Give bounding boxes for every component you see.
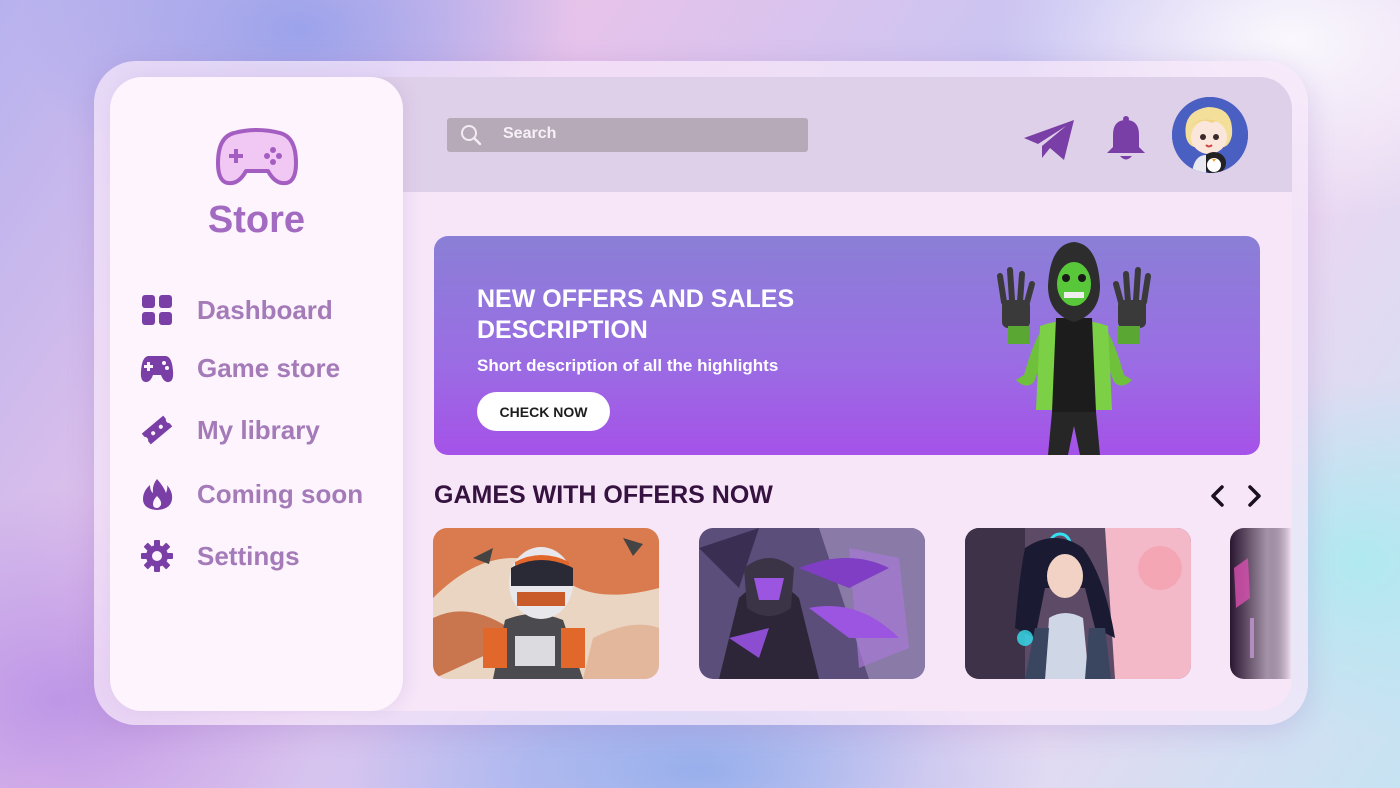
search-icon	[461, 125, 482, 146]
brand-title: Store	[207, 199, 306, 241]
flame-icon	[143, 479, 173, 510]
section-title: GAMES WITH OFFERS NOW	[434, 481, 773, 509]
game-card[interactable]	[965, 528, 1191, 679]
sidebar-item-label: Coming soon	[197, 479, 364, 509]
banner-subtitle: Short description of all the highlights	[477, 356, 779, 375]
search-input[interactable]: Search	[447, 118, 808, 152]
grid-icon	[142, 295, 172, 325]
gamepad-icon	[216, 128, 298, 186]
hero-character-art	[997, 242, 1151, 455]
search-placeholder: Search	[503, 125, 557, 142]
cyber-girl-art	[965, 528, 1191, 679]
sidebar-item-game-store[interactable]: Game store	[140, 347, 390, 387]
astronaut-art	[433, 528, 659, 679]
game-card-partial[interactable]	[1230, 528, 1292, 679]
game-card[interactable]	[433, 528, 659, 679]
chevron-left-icon[interactable]	[1207, 484, 1229, 508]
gamepad-icon	[140, 356, 174, 383]
chevron-right-icon[interactable]	[1243, 484, 1265, 508]
check-now-button[interactable]: CHECK NOW	[477, 392, 610, 431]
sidebar-item-label: Settings	[197, 541, 300, 571]
sidebar-item-label: Dashboard	[197, 295, 333, 325]
sidebar-item-settings[interactable]: Settings	[140, 535, 390, 575]
armored-warrior-art	[699, 528, 925, 679]
avatar-image	[1172, 97, 1248, 173]
game-card[interactable]	[699, 528, 925, 679]
bell-icon[interactable]	[1105, 115, 1147, 163]
banner-title: NEW OFFERS AND SALES DESCRIPTION	[477, 285, 795, 344]
gear-icon	[141, 540, 173, 572]
send-icon[interactable]	[1022, 118, 1076, 162]
promo-banner: NEW OFFERS AND SALES DESCRIPTION Short d…	[434, 236, 1260, 455]
partial-card-art	[1230, 528, 1292, 679]
sidebar-item-label: My library	[197, 415, 320, 445]
sidebar-item-label: Game store	[197, 353, 341, 383]
user-avatar[interactable]	[1172, 97, 1248, 173]
sidebar-item-coming-soon[interactable]: Coming soon	[140, 473, 390, 513]
sidebar: Store Dashboard Game store My library Co…	[110, 77, 403, 711]
ticket-icon	[141, 415, 173, 445]
sidebar-item-my-library[interactable]: My library	[140, 409, 390, 449]
sidebar-item-dashboard[interactable]: Dashboard	[140, 289, 390, 329]
